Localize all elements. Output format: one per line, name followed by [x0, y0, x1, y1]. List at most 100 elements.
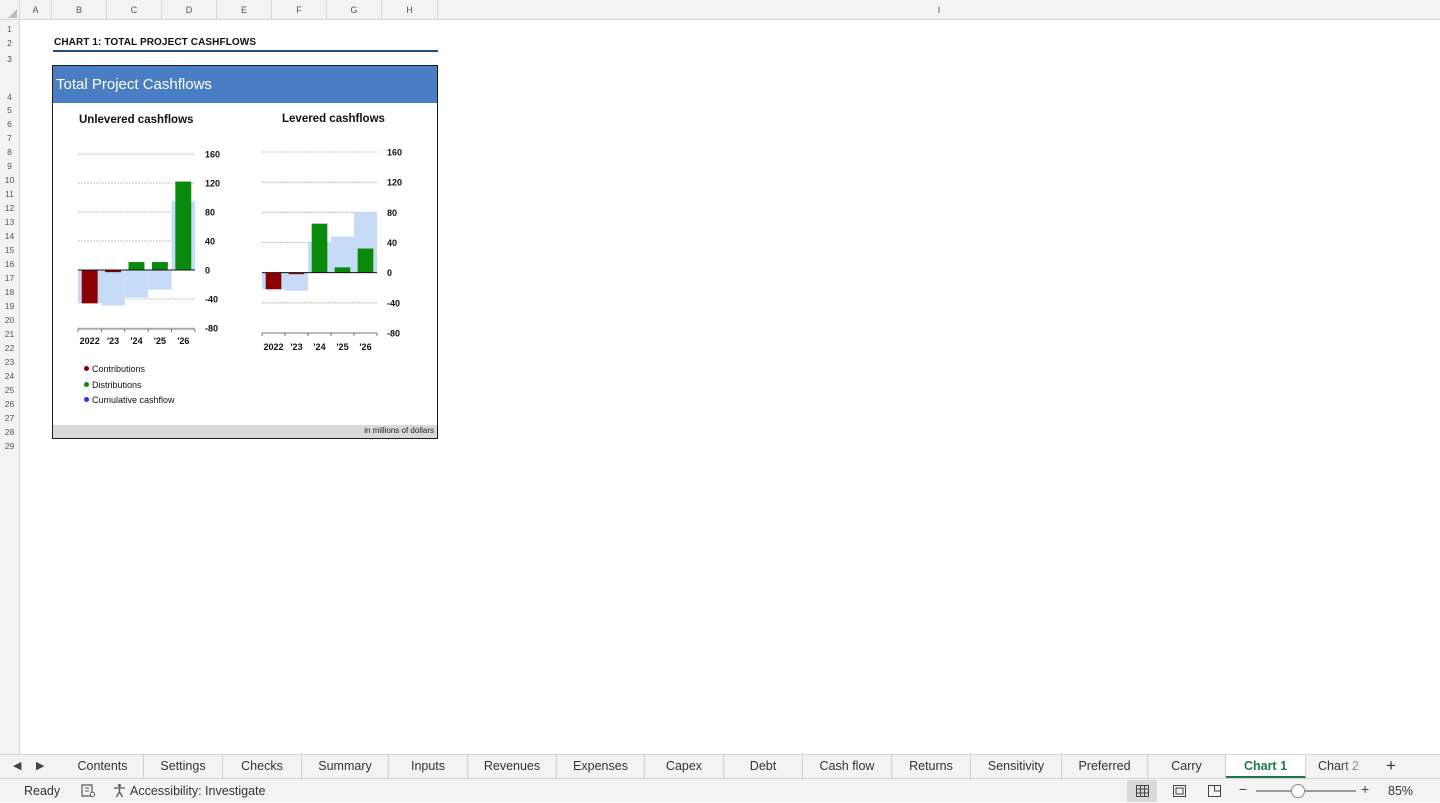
sheet-heading: CHART 1: TOTAL PROJECT CASHFLOWS [54, 37, 257, 48]
select-all-icon [8, 9, 17, 18]
tab-summary[interactable]: Summary [302, 755, 389, 778]
status-ready: Ready [24, 784, 61, 798]
row-header-18[interactable]: 18 [0, 287, 19, 297]
row-header-11[interactable]: 11 [0, 189, 19, 199]
tab-chart-1[interactable]: Chart 1 [1226, 755, 1306, 778]
tab-carry[interactable]: Carry [1148, 755, 1226, 778]
row-header-16[interactable]: 16 [0, 259, 19, 269]
column-header-a[interactable]: A [20, 0, 52, 20]
tab-sensitivity[interactable]: Sensitivity [971, 755, 1062, 778]
row-header-2[interactable]: 2 [0, 38, 19, 48]
tab-returns[interactable]: Returns [892, 755, 971, 778]
legend-contributions-dot [84, 366, 89, 371]
tab-chart-2[interactable]: Chart 2 [1306, 755, 1372, 778]
y-tick-label: 0 [387, 268, 392, 278]
row-header-29[interactable]: 29 [0, 441, 19, 451]
column-header-f[interactable]: F [272, 0, 327, 20]
column-header-e[interactable]: E [217, 0, 272, 20]
normal-view-button[interactable] [1127, 780, 1157, 802]
row-header-27[interactable]: 27 [0, 413, 19, 423]
legend-cumulative-label: Cumulative cashflow [92, 395, 175, 405]
unit-note: in millions of dollars [364, 426, 434, 435]
row-header-26[interactable]: 26 [0, 399, 19, 409]
row-header-28[interactable]: 28 [0, 427, 19, 437]
distribution-bar [311, 223, 328, 273]
y-tick-label: 160 [387, 148, 402, 158]
row-header-5[interactable]: 5 [0, 105, 19, 115]
legend-cumulative-dot [84, 397, 89, 402]
contribution-bar [265, 272, 282, 290]
column-header-b[interactable]: B [52, 0, 107, 20]
column-header-d[interactable]: D [162, 0, 217, 20]
row-header-9[interactable]: 9 [0, 161, 19, 171]
add-sheet-button[interactable]: + [1380, 755, 1402, 778]
row-header-14[interactable]: 14 [0, 231, 19, 241]
tab-scroll-left-icon[interactable]: ◀ [13, 759, 21, 772]
heading-underline [53, 50, 438, 52]
tab-checks[interactable]: Checks [223, 755, 302, 778]
distribution-bar [334, 267, 351, 273]
column-header-c[interactable]: C [107, 0, 162, 20]
tab-expenses[interactable]: Expenses [557, 755, 645, 778]
status-bar: Ready Accessibility: Investigate − + 85% [0, 778, 1440, 802]
tab-scroll-right-icon[interactable]: ▶ [36, 759, 44, 772]
legend-distributions-dot [84, 382, 89, 387]
legend-contributions-label: Contributions [92, 364, 146, 374]
sheet-tab-bar: ◀ ▶ Contents Settings Checks Summary Inputs R… [0, 754, 1440, 778]
row-header-17[interactable]: 17 [0, 273, 19, 283]
zoom-out-button[interactable]: − [1239, 781, 1247, 797]
x-tick-label: '24 [313, 342, 325, 352]
row-header-bar: 1 2 3 4 5 6 7 8 9 10 11 12 13 14 15 16 17 18 19 20 21 22 23 24 2… [0, 20, 20, 754]
row-header-12[interactable]: 12 [0, 203, 19, 213]
row-header-1[interactable]: 1 [0, 24, 19, 34]
select-all-corner[interactable] [0, 0, 20, 20]
legend-contributions: Contributions [84, 364, 145, 374]
column-header-i[interactable]: I [438, 0, 1440, 20]
tab-capex[interactable]: Capex [645, 755, 724, 778]
page-break-view-button[interactable] [1199, 780, 1229, 802]
row-header-21[interactable]: 21 [0, 329, 19, 339]
accessibility-status[interactable]: Accessibility: Investigate [130, 784, 265, 798]
zoom-slider-thumb[interactable] [1291, 784, 1305, 798]
column-header-bar: A B C D E F G H I [0, 0, 1440, 20]
y-tick-label: 40 [387, 238, 397, 248]
y-tick-label: 120 [387, 178, 402, 188]
macro-recording-icon[interactable] [80, 783, 96, 803]
chart-object[interactable]: Total Project Cashflows Unlevered cashfl… [52, 65, 438, 439]
tab-cash-flow[interactable]: Cash flow [803, 755, 892, 778]
row-header-4[interactable]: 4 [0, 92, 19, 102]
tab-contents[interactable]: Contents [62, 755, 144, 778]
zoom-level[interactable]: 85% [1388, 784, 1413, 798]
tab-inputs[interactable]: Inputs [389, 755, 468, 778]
row-header-8[interactable]: 8 [0, 147, 19, 157]
tab-preferred[interactable]: Preferred [1062, 755, 1148, 778]
row-header-7[interactable]: 7 [0, 133, 19, 143]
tab-settings[interactable]: Settings [144, 755, 223, 778]
row-header-10[interactable]: 10 [0, 175, 19, 185]
row-header-20[interactable]: 20 [0, 315, 19, 325]
zoom-in-button[interactable]: + [1361, 781, 1369, 797]
row-header-25[interactable]: 25 [0, 385, 19, 395]
row-header-19[interactable]: 19 [0, 301, 19, 311]
row-header-22[interactable]: 22 [0, 343, 19, 353]
cumulative-cashflow-step [285, 272, 308, 291]
row-header-23[interactable]: 23 [0, 357, 19, 367]
tab-debt[interactable]: Debt [724, 755, 803, 778]
x-tick-label: '23 [290, 342, 302, 352]
column-header-h[interactable]: H [382, 0, 438, 20]
row-header-13[interactable]: 13 [0, 217, 19, 227]
row-header-15[interactable]: 15 [0, 245, 19, 255]
column-header-g[interactable]: G [327, 0, 382, 20]
accessibility-icon[interactable] [112, 783, 127, 803]
page-layout-view-button[interactable] [1164, 780, 1194, 802]
row-header-24[interactable]: 24 [0, 371, 19, 381]
cumulative-cashflow-step [331, 236, 354, 273]
tab-revenues[interactable]: Revenues [468, 755, 557, 778]
row-header-6[interactable]: 6 [0, 119, 19, 129]
page-break-icon [1207, 785, 1221, 797]
row-header-3[interactable]: 3 [0, 54, 19, 64]
chart-footer: in millions of dollars [53, 425, 437, 438]
page-layout-icon [1172, 785, 1186, 797]
legend-distributions: Distributions [84, 380, 142, 390]
zoom-slider[interactable] [1256, 790, 1356, 792]
